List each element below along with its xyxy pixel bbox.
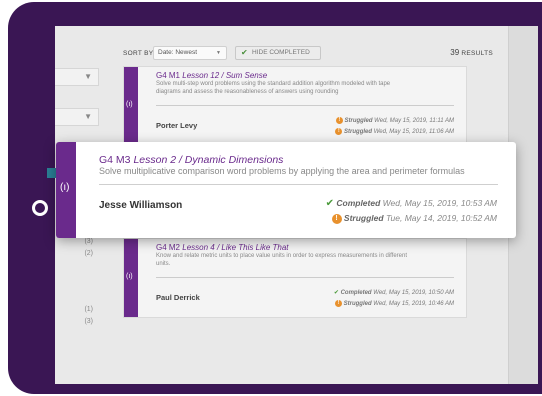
warning-icon: ! — [335, 128, 343, 135]
warning-icon: ! — [334, 300, 342, 307]
card-divider — [156, 105, 454, 106]
card-module: G4 M1 — [156, 71, 181, 80]
card-lesson: Lesson 12 / Sum Sense — [182, 71, 268, 80]
check-icon: ✔ — [241, 48, 248, 57]
card-description: Solve multiplicative comparison word pro… — [99, 166, 465, 176]
sort-by-label: SORT BY — [123, 50, 154, 57]
card-lesson: Lesson 2 / Dynamic Dimensions — [133, 154, 284, 166]
hide-completed-label: HIDE COMPLETED — [252, 49, 310, 56]
status-time: Tue, May 14, 2019, 10:52 AM — [385, 213, 497, 223]
status-line: ! Struggled Wed, May 15, 2019, 11:11 AM — [335, 117, 454, 125]
signal-icon: (ı) — [60, 182, 70, 193]
hide-completed-button[interactable]: ✔ HIDE COMPLETED — [235, 46, 321, 60]
status-line: ! Struggled Wed, May 15, 2019, 10:46 AM — [334, 300, 454, 308]
card-divider — [156, 277, 454, 278]
signal-icon: (ı) — [126, 273, 133, 280]
warning-icon: ! — [331, 213, 342, 224]
card-module: G4 M3 — [99, 154, 131, 166]
status-label: Struggled — [343, 301, 372, 308]
results-number: 39 — [450, 48, 460, 57]
card-description: Solve multi-step word problems using the… — [156, 81, 391, 95]
card-title: G4 M1 Lesson 12 / Sum Sense — [156, 71, 267, 80]
results-count: 39 RESULTS — [450, 48, 493, 57]
status-line: ✔ Completed Wed, May 15, 2019, 10:50 AM — [334, 289, 454, 296]
status-time: Wed, May 15, 2019, 11:11 AM — [374, 118, 454, 125]
student-name: Paul Derrick — [156, 293, 200, 302]
chevron-down-icon: ▼ — [84, 112, 92, 121]
card-strip: (ı) — [124, 239, 138, 317]
focused-lesson-card[interactable]: (ı) G4 M3 Lesson 2 / Dynamic Dimensions … — [56, 142, 516, 238]
results-label: RESULTS — [461, 50, 493, 57]
status-time: Wed, May 15, 2019, 10:46 AM — [373, 301, 454, 308]
lesson-card[interactable]: (ı) G4 M1 Lesson 12 / Sum Sense Solve mu… — [123, 66, 467, 146]
chevron-down-icon: ▼ — [84, 72, 92, 81]
status-label: Struggled — [343, 213, 384, 223]
status-time: Wed, May 15, 2019, 10:50 AM — [373, 290, 454, 296]
card-strip: (ı) — [56, 142, 76, 238]
sidebar-count: (3) — [84, 318, 93, 325]
card-divider — [99, 184, 498, 185]
card-lesson: Lesson 4 / Like This Like That — [182, 243, 289, 252]
sidebar-filter-select-1[interactable]: ▼ — [55, 68, 99, 86]
sort-select[interactable]: Date: Newest ▼ — [153, 46, 227, 60]
status-label: Struggled — [344, 118, 373, 125]
sidebar-count: (1) — [84, 306, 93, 313]
warning-icon: ! — [335, 117, 343, 124]
status-label: Completed — [340, 290, 372, 296]
student-name: Porter Levy — [156, 121, 198, 130]
status-time: Wed, May 15, 2019, 11:06 AM — [373, 129, 454, 136]
status-line: ✔ Completed Wed, May 15, 2019, 10:53 AM — [326, 198, 497, 209]
status-label: Struggled — [344, 129, 373, 136]
card-module: G4 M2 — [156, 243, 181, 252]
sidebar-filter-select-2[interactable]: ▼ — [55, 108, 99, 126]
chevron-down-icon: ▼ — [216, 50, 221, 56]
sidebar-count: (3) — [84, 238, 93, 245]
status-time: Wed, May 15, 2019, 10:53 AM — [382, 198, 497, 208]
student-name: Jesse Williamson — [99, 200, 183, 211]
results-toolbar: SORT BY Date: Newest ▼ ✔ HIDE COMPLETED … — [123, 46, 493, 62]
signal-icon: (ı) — [126, 101, 133, 108]
status-label: Completed — [336, 198, 381, 208]
status-line: ! Struggled Wed, May 15, 2019, 11:06 AM — [335, 128, 454, 135]
check-icon: ✔ — [333, 290, 339, 296]
sort-value: Date: Newest — [158, 49, 198, 56]
card-title: G4 M3 Lesson 2 / Dynamic Dimensions — [99, 154, 283, 166]
card-strip: (ı) — [124, 67, 138, 145]
status-line: ! Struggled Tue, May 14, 2019, 10:52 AM — [331, 213, 497, 224]
selection-indicator — [47, 168, 56, 178]
lesson-card[interactable]: (ı) G4 M2 Lesson 4 / Like This Like That… — [123, 238, 467, 318]
card-title: G4 M2 Lesson 4 / Like This Like That — [156, 243, 289, 252]
card-description: Know and relate metric units to place va… — [156, 253, 408, 267]
home-button[interactable] — [32, 200, 48, 216]
sidebar-count: (2) — [84, 250, 93, 257]
check-icon: ✔ — [325, 198, 334, 209]
